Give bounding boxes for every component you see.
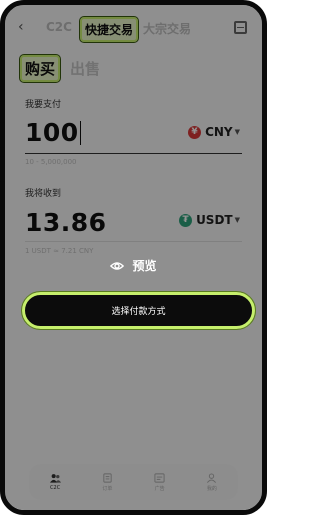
top-bar: ‹ C2C 快捷交易 大宗交易 [5,5,262,47]
preview-text: 预览 [132,259,157,273]
chevron-down-icon: ▼ [234,216,240,224]
pay-currency-select[interactable]: ¥ CNY ▼ [188,125,240,139]
back-button[interactable]: ‹ [18,20,24,34]
receive-currency-label: USDT [196,213,233,227]
select-payment-button[interactable]: 选择付款方式 [21,291,256,330]
cny-currency-icon: ¥ [188,125,202,139]
exchange-rate: 1 USDT ≈ 7.21 CNY [25,247,94,255]
pay-label: 我要支付 [25,100,62,110]
receive-currency-select[interactable]: ₮ USDT ▼ [179,213,240,227]
receive-underline [25,241,242,242]
text-caret [79,121,81,145]
nav-item-orders[interactable]: 订单 [81,464,133,500]
nav-item-c2c[interactable]: C2C [29,464,81,500]
phone-side-button [0,156,4,182]
receive-label: 我将收到 [25,189,62,199]
eye-icon [110,261,125,270]
scan-icon[interactable] [234,21,247,34]
phone-side-button [0,122,4,148]
nav-item-profile[interactable]: 我的 [186,464,238,500]
nav-label: 订单 [102,485,113,492]
nav-item-ads[interactable]: 广告 [134,464,186,500]
chevron-down-icon: ▼ [234,128,240,136]
phone-side-button [0,86,4,102]
pay-range-hint: 10 - 5,000,000 [25,158,77,166]
nav-label: C2C [50,485,61,491]
usdt-currency-icon: ₮ [179,213,193,227]
mode-sell-tab[interactable]: 出售 [70,58,100,79]
nav-label: 广告 [154,485,165,492]
phone-frame: ‹ C2C 快捷交易 大宗交易 购买 出售 我要支付 100 ¥ CNY ▼ 1… [0,0,267,515]
orders-icon [103,472,112,483]
tab-quick-trade[interactable]: 快捷交易 [78,16,140,43]
profile-icon [207,473,217,483]
preview-label: 预览 [5,257,262,274]
tab-c2c[interactable]: C2C [46,20,72,34]
mode-buy-tab[interactable]: 购买 [18,54,62,83]
bottom-nav: C2C 订单 广告 我的 [29,464,238,500]
ads-icon [154,472,165,483]
users-icon [49,474,61,483]
receive-amount: 13.86 [25,208,107,237]
tab-block-trade[interactable]: 大宗交易 [143,20,191,37]
nav-label: 我的 [206,485,217,492]
pay-input-underline [25,153,242,154]
pay-amount-input[interactable]: 100 [25,118,81,147]
pay-currency-label: CNY [205,125,233,139]
pay-amount-value: 100 [25,118,79,147]
